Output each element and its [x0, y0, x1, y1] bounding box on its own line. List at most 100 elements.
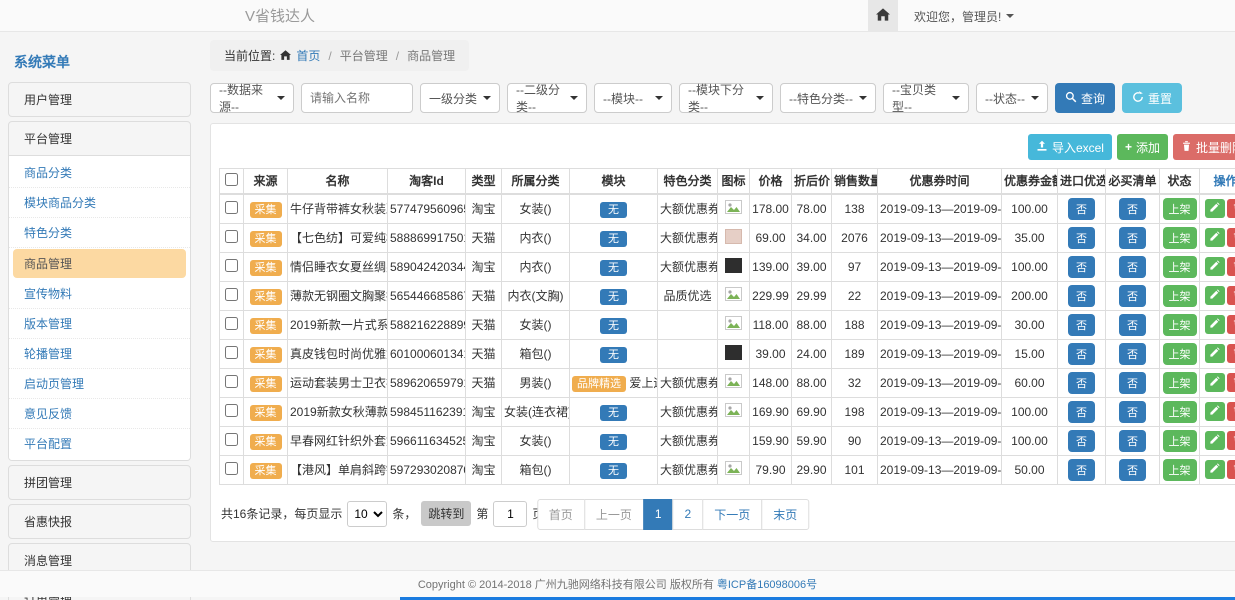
jump-button[interactable]: 跳转到 — [421, 501, 471, 526]
breadcrumb-home-link[interactable]: 首页 — [296, 47, 320, 64]
sidebar-item-carousel-management[interactable]: 轮播管理 — [9, 339, 190, 369]
row-checkbox[interactable] — [225, 433, 238, 446]
import-select-toggle[interactable]: 否 — [1068, 285, 1095, 307]
delete-button[interactable] — [1227, 315, 1235, 334]
must-buy-toggle[interactable]: 否 — [1119, 285, 1146, 307]
must-buy-toggle[interactable]: 否 — [1119, 227, 1146, 249]
status-toggle[interactable]: 上架 — [1163, 430, 1197, 452]
row-checkbox[interactable] — [225, 375, 238, 388]
status-toggle[interactable]: 上架 — [1163, 372, 1197, 394]
sidebar-item-module-goods-category[interactable]: 模块商品分类 — [9, 188, 190, 218]
breadcrumb-item[interactable]: 平台管理 — [340, 47, 388, 64]
import-select-toggle[interactable]: 否 — [1068, 430, 1095, 452]
must-buy-toggle[interactable]: 否 — [1119, 314, 1146, 336]
must-buy-toggle[interactable]: 否 — [1119, 372, 1146, 394]
sidebar-item-promo-material[interactable]: 宣传物料 — [9, 279, 190, 309]
delete-button[interactable] — [1227, 228, 1235, 247]
delete-button[interactable] — [1227, 460, 1235, 479]
row-checkbox[interactable] — [225, 288, 238, 301]
edit-button[interactable] — [1205, 460, 1225, 479]
feature-filter-select[interactable]: --特色分类-- — [780, 83, 876, 113]
must-buy-toggle[interactable]: 否 — [1119, 198, 1146, 220]
delete-button[interactable] — [1227, 344, 1235, 363]
modcat-filter-select[interactable]: --模块下分类-- — [679, 83, 773, 113]
row-checkbox[interactable] — [225, 230, 238, 243]
sidebar-item-goods-management[interactable]: 商品管理 — [13, 249, 186, 278]
delete-button[interactable] — [1227, 286, 1235, 305]
page-button-prev[interactable]: 上一页 — [584, 499, 644, 530]
user-menu[interactable]: 欢迎您，管理员! — [914, 8, 1014, 25]
edit-button[interactable] — [1205, 257, 1225, 276]
page-button-first[interactable]: 首页 — [537, 499, 585, 530]
must-buy-toggle[interactable]: 否 — [1119, 401, 1146, 423]
cat1-filter-select[interactable]: 一级分类 — [420, 83, 500, 113]
sidebar-item-version-management[interactable]: 版本管理 — [9, 309, 190, 339]
delete-button[interactable] — [1227, 199, 1235, 218]
edit-button[interactable] — [1205, 344, 1225, 363]
must-buy-toggle[interactable]: 否 — [1119, 430, 1146, 452]
row-checkbox[interactable] — [225, 259, 238, 272]
delete-button[interactable] — [1227, 402, 1235, 421]
must-buy-toggle[interactable]: 否 — [1119, 256, 1146, 278]
edit-button[interactable] — [1205, 431, 1225, 450]
row-checkbox[interactable] — [225, 201, 238, 214]
edit-button[interactable] — [1205, 286, 1225, 305]
import-select-toggle[interactable]: 否 — [1068, 343, 1095, 365]
edit-button[interactable] — [1205, 402, 1225, 421]
import-select-toggle[interactable]: 否 — [1068, 198, 1095, 220]
sidebar-item-splash-management[interactable]: 启动页管理 — [9, 369, 190, 399]
status-toggle[interactable]: 上架 — [1163, 343, 1197, 365]
must-buy-toggle[interactable]: 否 — [1119, 459, 1146, 481]
row-checkbox[interactable] — [225, 404, 238, 417]
must-buy-toggle[interactable]: 否 — [1119, 343, 1146, 365]
page-button-last[interactable]: 末页 — [761, 499, 809, 530]
sidebar-item-feature-category[interactable]: 特色分类 — [9, 218, 190, 248]
status-toggle[interactable]: 上架 — [1163, 401, 1197, 423]
itemtype-filter-select[interactable]: --宝贝类型-- — [883, 83, 969, 113]
import-select-toggle[interactable]: 否 — [1068, 256, 1095, 278]
import-select-toggle[interactable]: 否 — [1068, 401, 1095, 423]
status-toggle[interactable]: 上架 — [1163, 314, 1197, 336]
sidebar-item-feedback[interactable]: 意见反馈 — [9, 399, 190, 429]
home-nav-button[interactable] — [868, 0, 898, 32]
row-checkbox[interactable] — [225, 346, 238, 359]
status-toggle[interactable]: 上架 — [1163, 285, 1197, 307]
source-filter-select[interactable]: --数据来源-- — [210, 83, 294, 113]
sidebar-item-platform-management[interactable]: 平台管理 — [9, 122, 190, 155]
edit-button[interactable] — [1205, 315, 1225, 334]
sidebar-item-goods-category[interactable]: 商品分类 — [9, 158, 190, 188]
reset-button[interactable]: 重置 — [1122, 83, 1182, 113]
delete-button[interactable] — [1227, 431, 1235, 450]
name-filter-input[interactable] — [301, 83, 413, 113]
status-toggle[interactable]: 上架 — [1163, 227, 1197, 249]
import-excel-button[interactable]: 导入excel — [1028, 134, 1112, 160]
status-toggle[interactable]: 上架 — [1163, 256, 1197, 278]
status-toggle[interactable]: 上架 — [1163, 198, 1197, 220]
sidebar-item-user-management[interactable]: 用户管理 — [9, 83, 190, 116]
import-select-toggle[interactable]: 否 — [1068, 372, 1095, 394]
select-all-checkbox[interactable] — [225, 173, 238, 186]
add-button[interactable]: + 添加 — [1117, 134, 1168, 160]
page-button-page-1[interactable]: 1 — [643, 499, 674, 530]
page-number-input[interactable] — [493, 501, 527, 527]
import-select-toggle[interactable]: 否 — [1068, 227, 1095, 249]
cat2-filter-select[interactable]: --二级分类-- — [507, 83, 587, 113]
import-select-toggle[interactable]: 否 — [1068, 459, 1095, 481]
page-button-page-2[interactable]: 2 — [673, 499, 704, 530]
status-filter-select[interactable]: --状态-- — [976, 83, 1048, 113]
batch-delete-button[interactable]: 批量删除 — [1173, 134, 1235, 160]
breadcrumb-item[interactable]: 商品管理 — [407, 47, 455, 64]
edit-button[interactable] — [1205, 228, 1225, 247]
search-button[interactable]: 查询 — [1055, 83, 1115, 113]
delete-button[interactable] — [1227, 373, 1235, 392]
edit-button[interactable] — [1205, 373, 1225, 392]
status-toggle[interactable]: 上架 — [1163, 459, 1197, 481]
module-filter-select[interactable]: --模块-- — [594, 83, 672, 113]
delete-button[interactable] — [1227, 257, 1235, 276]
sidebar-item-groupbuy-management[interactable]: 拼团管理 — [9, 466, 190, 499]
sidebar-item-savings-express[interactable]: 省惠快报 — [9, 505, 190, 538]
row-checkbox[interactable] — [225, 462, 238, 475]
icp-link[interactable]: 粤ICP备16098006号 — [717, 576, 817, 592]
page-button-next[interactable]: 下一页 — [702, 499, 762, 530]
import-select-toggle[interactable]: 否 — [1068, 314, 1095, 336]
